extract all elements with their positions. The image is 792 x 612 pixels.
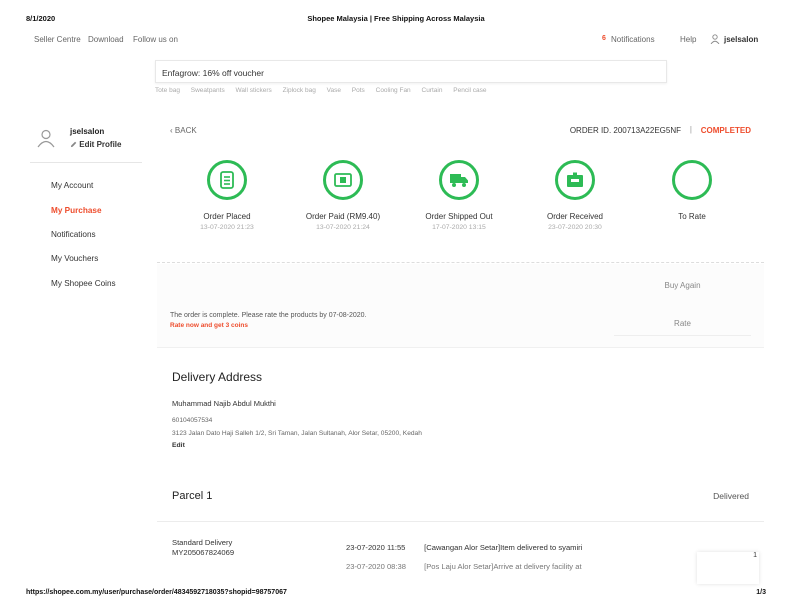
sidebar-divider (30, 162, 142, 163)
search-hints: Tote bag Sweatpants Wall stickers Ziploc… (155, 87, 595, 97)
search-hint[interactable]: Pencil case (453, 87, 486, 94)
step-time: 13-07-2020 21:23 (200, 224, 254, 231)
step-label: To Rate (678, 212, 706, 221)
envelope-divider (157, 262, 764, 263)
search-hint[interactable]: Vase (327, 87, 341, 94)
receipt-icon (207, 160, 247, 200)
seller-centre-link[interactable]: Seller Centre (34, 35, 81, 44)
step-time: 17-07-2020 13:15 (432, 224, 486, 231)
step-to-rate: To Rate (642, 160, 742, 224)
step-label: Order Received (546, 212, 604, 221)
parcel-header: Parcel 1 Delivered (157, 478, 764, 522)
account-username[interactable]: jselsalon (724, 35, 758, 44)
notification-count-badge: 6 (602, 35, 606, 42)
chat-widget-count: 1 (753, 552, 757, 559)
shipping-method-label: Standard Delivery (172, 538, 233, 547)
notifications-link[interactable]: Notifications (611, 35, 655, 44)
search-hint[interactable]: Wall stickers (236, 87, 272, 94)
print-page-number: 1/3 (756, 589, 766, 596)
sidebar-item-my-account[interactable]: My Account (51, 181, 93, 190)
shipping-method: Standard Delivery MY205067824069 (172, 538, 234, 558)
box-icon (555, 160, 595, 200)
print-title: Shopee Malaysia | Free Shipping Across M… (307, 14, 485, 23)
step-label: Order Placed (203, 212, 251, 221)
back-button[interactable]: ‹ BACK (170, 126, 197, 135)
search-hint[interactable]: Curtain (422, 87, 443, 94)
tracking-event: 23-07-2020 11:55 [Cawangan Alor Setar]It… (346, 543, 582, 552)
search-hint[interactable]: Sweatpants (191, 87, 225, 94)
order-status-card: ‹ BACK ORDER ID. 200713A22EG5NF | COMPLE… (157, 114, 764, 262)
search-input[interactable]: Enfagrow: 16% off voucher (155, 60, 667, 83)
follow-us-link[interactable]: Follow us on (133, 35, 178, 44)
rate-card: Buy Again The order is complete. Please … (157, 264, 764, 348)
recipient-name: Muhammad Najib Abdul Mukthi (172, 399, 276, 408)
search-hint[interactable]: Cooling Fan (376, 87, 411, 94)
sidebar-item-my-vouchers[interactable]: My Vouchers (51, 254, 98, 263)
print-footer: https://shopee.com.my/user/purchase/orde… (26, 589, 766, 599)
chat-widget[interactable]: 1 (697, 552, 759, 584)
step-order-paid: Order Paid (RM9.40) 13-07-2020 21:24 (293, 160, 393, 231)
header-separator: | (689, 125, 692, 134)
print-header: 8/1/2020 Shopee Malaysia | Free Shipping… (26, 14, 766, 26)
pencil-icon (70, 141, 77, 148)
tracking-event-time: 23-07-2020 11:55 (346, 543, 406, 552)
sidebar-item-notifications[interactable]: Notifications (51, 230, 96, 239)
step-order-shipped: Order Shipped Out 17-07-2020 13:15 (409, 160, 509, 231)
order-status-label: COMPLETED (700, 126, 751, 135)
edit-profile-link[interactable]: Edit Profile (70, 140, 121, 149)
tracking-event-text: [Cawangan Alor Setar]Item delivered to s… (424, 543, 583, 552)
buy-again-button[interactable]: Buy Again (614, 274, 751, 298)
help-link[interactable]: Help (680, 35, 696, 44)
step-order-placed: Order Placed 13-07-2020 21:23 (177, 160, 277, 231)
step-time: 13-07-2020 21:24 (316, 224, 370, 231)
step-order-received: Order Received 23-07-2020 20:30 (525, 160, 625, 231)
rate-coin-note: Rate now and get 3 coins (170, 322, 249, 329)
avatar[interactable] (36, 128, 56, 148)
edit-profile-label: Edit Profile (79, 140, 122, 149)
top-navbar: Seller Centre Download Follow us on 6 No… (0, 33, 792, 47)
parcel-status: Delivered (713, 491, 749, 501)
sidebar-username: jselsalon (70, 127, 105, 136)
tracking-event-text: [Pos Laju Alor Setar]Arrive at delivery … (424, 562, 582, 571)
tracking-event: 23-07-2020 08:38 [Pos Laju Alor Setar]Ar… (346, 562, 582, 571)
step-label: Order Paid (RM9.40) (305, 212, 381, 221)
search-hint[interactable]: Pots (352, 87, 365, 94)
sidebar-item-my-shopee-coins[interactable]: My Shopee Coins (51, 279, 116, 288)
order-id: ORDER ID. 200713A22EG5NF (569, 126, 681, 135)
download-link[interactable]: Download (88, 35, 124, 44)
rate-message: The order is complete. Please rate the p… (170, 312, 367, 319)
user-icon (710, 34, 720, 44)
tracking-section: Standard Delivery MY205067824069 23-07-2… (157, 528, 764, 588)
search-value: Enfagrow: 16% off voucher (162, 68, 264, 78)
search-hint[interactable]: Ziplock bag (283, 87, 316, 94)
rate-button[interactable]: Rate (614, 312, 751, 336)
parcel-title: Parcel 1 (172, 490, 213, 502)
tracking-event-time: 23-07-2020 08:38 (346, 562, 406, 571)
chevron-left-icon: ‹ (170, 126, 173, 135)
delivery-address-title: Delivery Address (172, 370, 263, 384)
edit-address-link[interactable]: Edit (172, 442, 185, 449)
tracking-number: MY205067824069 (172, 548, 235, 557)
step-label: Order Shipped Out (425, 212, 493, 221)
truck-icon (439, 160, 479, 200)
search-hint[interactable]: Tote bag (155, 87, 180, 94)
print-url: https://shopee.com.my/user/purchase/orde… (26, 589, 287, 596)
back-label: BACK (174, 126, 197, 135)
sidebar-item-my-purchase[interactable]: My Purchase (51, 206, 102, 215)
step-time: 23-07-2020 20:30 (548, 224, 602, 231)
delivery-address-card: Delivery Address Muhammad Najib Abdul Mu… (157, 350, 764, 465)
recipient-phone: 60104057534 (172, 417, 213, 424)
star-icon (672, 160, 712, 200)
recipient-address: 3123 Jalan Dato Haji Salleh 1/2, Sri Tam… (172, 430, 422, 437)
money-icon (323, 160, 363, 200)
